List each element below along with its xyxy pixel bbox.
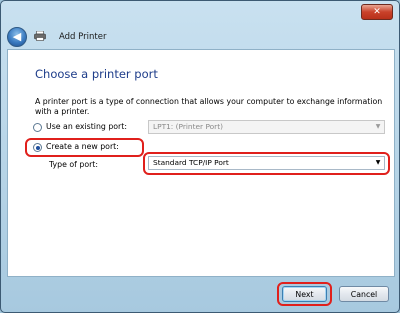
page-description: A printer port is a type of connection t… (35, 97, 383, 116)
wizard-content: Choose a printer port A printer port is … (7, 49, 395, 277)
wizard-nav-bar: ◀ Add Printer (1, 23, 399, 49)
wizard-footer: Next Cancel (1, 277, 399, 312)
port-type-select[interactable]: Standard TCP/IP Port ▼ (148, 156, 385, 170)
title-bar[interactable]: ✕ (1, 1, 399, 25)
close-icon: ✕ (373, 7, 381, 17)
cancel-button-label: Cancel (350, 290, 378, 299)
next-button[interactable]: Next (282, 286, 327, 302)
type-of-port-label: Type of port: (49, 160, 98, 169)
add-printer-window: ✕ ◀ Add Printer Choose a printer port A … (0, 0, 400, 313)
use-existing-port-radio[interactable] (33, 123, 42, 132)
create-new-port-radio[interactable] (33, 143, 42, 152)
port-type-value: Standard TCP/IP Port (153, 158, 229, 167)
back-button[interactable]: ◀ (7, 27, 27, 47)
chevron-down-icon: ▼ (375, 159, 381, 166)
cancel-button[interactable]: Cancel (339, 286, 389, 302)
back-arrow-icon: ◀ (12, 30, 22, 43)
create-new-port-label[interactable]: Create a new port: (46, 142, 119, 151)
existing-port-select[interactable]: LPT1: (Printer Port) ▼ (148, 120, 385, 134)
printer-icon (34, 31, 46, 41)
close-button[interactable]: ✕ (361, 4, 393, 20)
chevron-down-icon: ▼ (375, 123, 381, 130)
page-title: Choose a printer port (35, 67, 158, 81)
existing-port-value: LPT1: (Printer Port) (153, 122, 223, 131)
window-title: Add Printer (59, 32, 107, 42)
use-existing-port-label[interactable]: Use an existing port: (46, 122, 127, 131)
next-button-label: Next (295, 290, 314, 299)
